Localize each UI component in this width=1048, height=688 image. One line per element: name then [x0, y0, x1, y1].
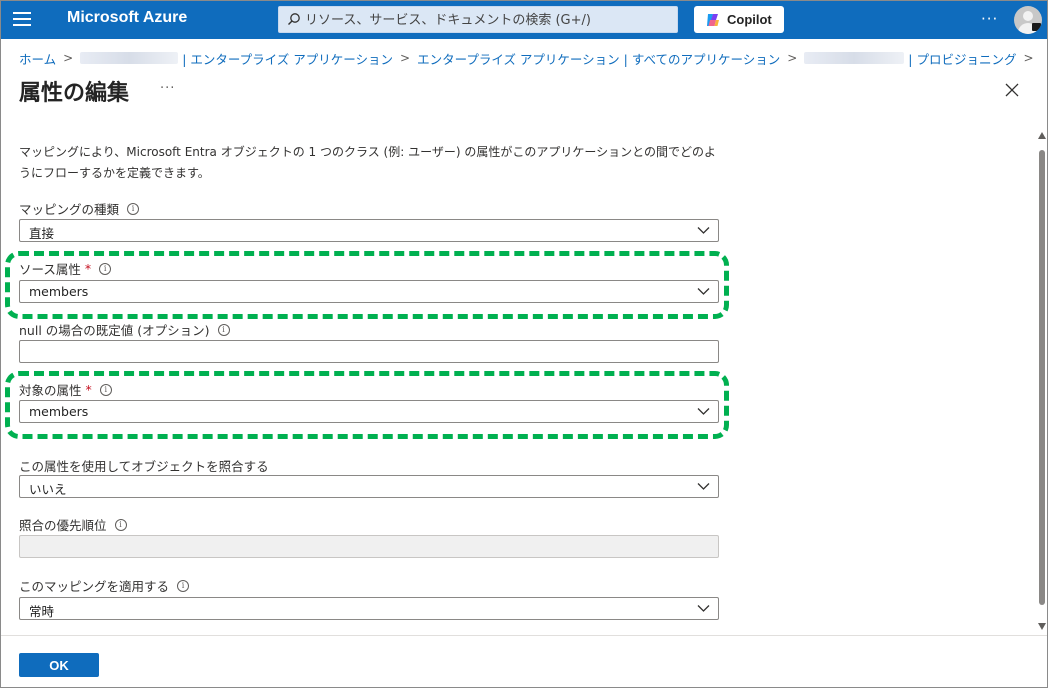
source-attribute-label: ソース属性 * i: [19, 259, 112, 278]
close-icon[interactable]: [1004, 82, 1020, 98]
source-attribute-dropdown[interactable]: members: [19, 280, 719, 303]
top-navigation-bar: Microsoft Azure Copilot ···: [1, 1, 1047, 39]
required-marker: *: [85, 382, 92, 397]
default-value-label: null の場合の既定値 (オプション) i: [19, 320, 230, 339]
brand-logo-text[interactable]: Microsoft Azure: [67, 9, 187, 27]
chevron-down-icon: [697, 288, 710, 295]
copilot-button[interactable]: Copilot: [694, 6, 784, 33]
title-more-icon[interactable]: ···: [160, 81, 175, 96]
apply-mapping-label: このマッピングを適用する i: [19, 576, 190, 595]
breadcrumb-home[interactable]: ホーム: [19, 49, 56, 68]
user-avatar[interactable]: [1014, 6, 1042, 34]
chevron-right-icon: >: [787, 51, 798, 65]
default-value-input[interactable]: [19, 340, 719, 363]
info-icon[interactable]: i: [217, 323, 230, 336]
ok-button[interactable]: OK: [19, 653, 99, 677]
info-icon[interactable]: i: [127, 202, 140, 215]
chevron-down-icon: [697, 227, 710, 234]
target-attribute-label: 対象の属性 * i: [19, 380, 112, 399]
scroll-up-arrow-icon[interactable]: [1038, 132, 1046, 139]
chevron-right-icon: >: [63, 51, 74, 65]
match-objects-label-text: この属性を使用してオブジェクトを照合する: [19, 459, 269, 474]
footer-divider: [1, 635, 1047, 636]
scroll-down-arrow-icon[interactable]: [1038, 623, 1046, 630]
search-icon: [288, 13, 300, 25]
apply-mapping-value: 常時: [29, 604, 55, 619]
apply-mapping-dropdown[interactable]: 常時: [19, 597, 719, 620]
match-priority-label-text: 照合の優先順位: [19, 518, 107, 533]
required-marker: *: [84, 261, 92, 276]
page-title: 属性の編集: [19, 81, 130, 106]
match-objects-label: この属性を使用してオブジェクトを照合する: [19, 456, 269, 475]
chevron-down-icon: [697, 605, 710, 612]
info-icon[interactable]: i: [99, 262, 112, 275]
source-attribute-label-text: ソース属性: [19, 262, 81, 277]
source-attribute-value: members: [29, 284, 89, 299]
app-window: Microsoft Azure Copilot ··· ホーム > | エンター…: [0, 0, 1048, 688]
chevron-down-icon: [697, 483, 710, 490]
lock-icon: [1032, 23, 1041, 31]
redacted-app-name: [804, 52, 905, 64]
hamburger-menu-icon[interactable]: [13, 12, 31, 28]
match-priority-label: 照合の優先順位 i: [19, 515, 127, 534]
global-search-box[interactable]: [278, 6, 678, 33]
chevron-down-icon: [697, 408, 710, 415]
copilot-icon: [707, 14, 719, 26]
info-icon[interactable]: i: [99, 383, 112, 396]
more-options-icon[interactable]: ···: [981, 10, 998, 28]
match-objects-dropdown[interactable]: いいえ: [19, 475, 719, 498]
info-icon[interactable]: i: [177, 579, 190, 592]
info-icon[interactable]: i: [114, 518, 127, 531]
copilot-label: Copilot: [727, 12, 772, 27]
match-priority-input: [19, 535, 719, 558]
mapping-type-value: 直接: [29, 226, 55, 241]
chevron-right-icon: >: [400, 51, 411, 65]
breadcrumb-provisioning[interactable]: | プロビジョニング: [908, 49, 1016, 68]
target-attribute-value: members: [29, 404, 89, 419]
match-objects-value: いいえ: [29, 482, 67, 497]
breadcrumb-all-applications[interactable]: エンタープライズ アプリケーション | すべてのアプリケーション: [417, 49, 780, 68]
mapping-description: マッピングにより、Microsoft Entra オブジェクトの 1 つのクラス…: [19, 145, 716, 180]
target-attribute-label-text: 対象の属性: [19, 383, 82, 398]
mapping-type-label-text: マッピングの種類: [19, 202, 120, 217]
default-value-label-text: null の場合の既定値 (オプション): [19, 323, 210, 338]
breadcrumb: ホーム > | エンタープライズ アプリケーション > エンタープライズ アプリ…: [19, 49, 1041, 67]
search-input[interactable]: [305, 10, 670, 30]
scrollbar-thumb[interactable]: [1039, 150, 1045, 605]
redacted-app-name: [80, 52, 179, 64]
target-attribute-dropdown[interactable]: members: [19, 400, 719, 423]
mapping-type-dropdown[interactable]: 直接: [19, 219, 719, 242]
apply-mapping-label-text: このマッピングを適用する: [19, 579, 170, 594]
mapping-type-label: マッピングの種類 i: [19, 199, 140, 218]
breadcrumb-enterprise-apps[interactable]: | エンタープライズ アプリケーション: [182, 49, 393, 68]
chevron-right-icon: >: [1023, 51, 1034, 65]
